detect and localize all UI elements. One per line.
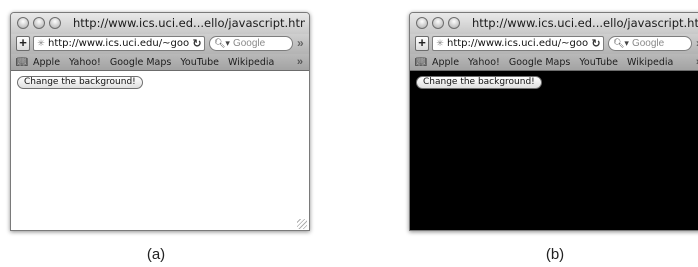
window-title: http://www.ics.uci.ed...ello/javascript.… <box>472 16 698 30</box>
bookmark-wikipedia[interactable]: Wikipedia <box>627 57 673 68</box>
bookmark-yahoo[interactable]: Yahoo! <box>69 57 101 68</box>
address-text: http://www.ics.uci.edu/~goo <box>48 38 190 49</box>
zoom-window-button[interactable] <box>49 17 61 29</box>
bookmark-google-maps[interactable]: Google Maps <box>509 57 571 68</box>
globe-icon: ✳ <box>436 38 444 48</box>
search-input[interactable]: 🔍︎▾ Google <box>209 36 293 51</box>
close-window-button[interactable] <box>17 17 29 29</box>
figure-caption-b: (b) <box>545 246 565 263</box>
search-input[interactable]: 🔍︎▾ Google <box>608 36 692 51</box>
bookmark-youtube[interactable]: YouTube <box>579 57 618 68</box>
plus-icon: + <box>19 35 27 50</box>
search-placeholder: Google <box>232 38 266 49</box>
address-text: http://www.ics.uci.edu/~goo <box>447 38 589 49</box>
search-placeholder: Google <box>631 38 665 49</box>
address-bar[interactable]: ✳ http://www.ics.uci.edu/~goo ↻ <box>33 36 205 51</box>
window-controls <box>416 17 460 29</box>
add-bookmark-button[interactable]: + <box>16 36 30 51</box>
bookmark-apple[interactable]: Apple <box>33 57 60 68</box>
address-bar[interactable]: ✳ http://www.ics.uci.edu/~goo ↻ <box>432 36 604 51</box>
toolbar: + ✳ http://www.ics.uci.edu/~goo ↻ 🔍︎▾ Go… <box>410 34 698 54</box>
book-icon[interactable]: 📖︎ <box>11 57 33 68</box>
search-icon: 🔍︎▾ <box>214 38 230 48</box>
figure-caption-a: (a) <box>146 246 166 263</box>
title-bar[interactable]: http://www.ics.uci.ed...ello/javascript.… <box>410 13 698 34</box>
title-bar[interactable]: http://www.ics.uci.ed...ello/javascript.… <box>11 13 309 34</box>
bookmark-google-maps[interactable]: Google Maps <box>110 57 172 68</box>
bookmark-youtube[interactable]: YouTube <box>180 57 219 68</box>
close-window-button[interactable] <box>416 17 428 29</box>
search-icon: 🔍︎▾ <box>613 38 629 48</box>
page-content: Change the background! <box>11 71 309 230</box>
bookmarks-bar: 📖︎ Apple Yahoo! Google Maps YouTube Wiki… <box>11 54 309 71</box>
add-bookmark-button[interactable]: + <box>415 36 429 51</box>
chevron-double-right-icon[interactable]: » <box>297 56 303 68</box>
resize-grip[interactable] <box>297 219 307 229</box>
chevron-double-right-icon[interactable]: » <box>297 36 304 50</box>
browser-window-b: http://www.ics.uci.ed...ello/javascript.… <box>409 12 698 231</box>
change-background-button[interactable]: Change the background! <box>416 76 542 89</box>
globe-icon: ✳ <box>37 38 45 48</box>
book-icon[interactable]: 📖︎ <box>410 57 432 68</box>
page-content: Change the background! <box>410 71 698 230</box>
reload-icon[interactable]: ↻ <box>190 37 204 50</box>
minimize-window-button[interactable] <box>33 17 45 29</box>
change-background-button[interactable]: Change the background! <box>17 76 143 89</box>
window-controls <box>17 17 61 29</box>
bookmark-yahoo[interactable]: Yahoo! <box>468 57 500 68</box>
reload-icon[interactable]: ↻ <box>589 37 603 50</box>
bookmarks-bar: 📖︎ Apple Yahoo! Google Maps YouTube Wiki… <box>410 54 698 71</box>
bookmark-wikipedia[interactable]: Wikipedia <box>228 57 274 68</box>
window-title: http://www.ics.uci.ed...ello/javascript.… <box>73 16 305 30</box>
toolbar: + ✳ http://www.ics.uci.edu/~goo ↻ 🔍︎▾ Go… <box>11 34 309 54</box>
plus-icon: + <box>418 35 426 50</box>
minimize-window-button[interactable] <box>432 17 444 29</box>
bookmark-apple[interactable]: Apple <box>432 57 459 68</box>
browser-window-a: http://www.ics.uci.ed...ello/javascript.… <box>10 12 310 231</box>
zoom-window-button[interactable] <box>448 17 460 29</box>
